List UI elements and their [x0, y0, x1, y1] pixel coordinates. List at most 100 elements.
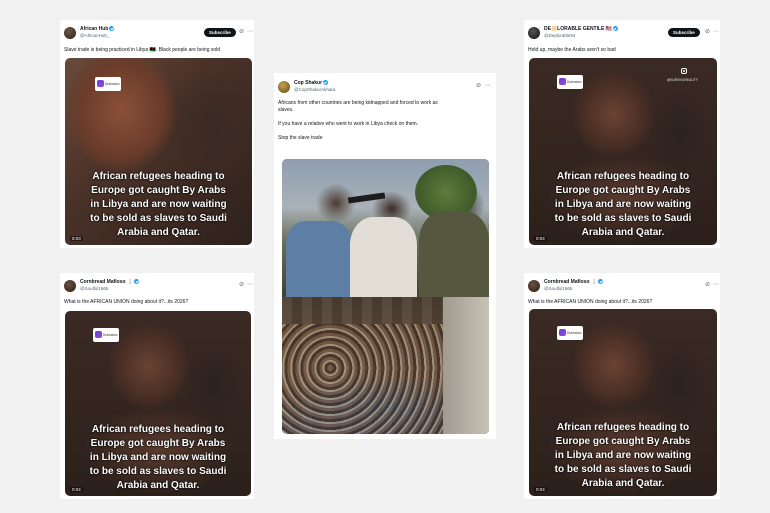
more-icon[interactable]: ⋯ — [713, 281, 719, 289]
caption-line: Arabia and Qatar. — [116, 480, 200, 491]
post-header: Cornbread Mafioso 🕯️ @Soulful1665 ⊘ ⋯ — [528, 279, 719, 297]
post-text: What is the AFRICAN UNION doing about it… — [528, 299, 653, 305]
caption-line: Europe got caught By Arabs — [555, 185, 691, 196]
app-logo-icon — [559, 78, 566, 85]
avatar[interactable] — [64, 280, 76, 292]
verified-badge-icon — [134, 279, 140, 284]
subscribe-button[interactable]: Subscribe — [204, 28, 236, 37]
grok-icon[interactable]: ⊘ — [239, 281, 244, 289]
author-name[interactable]: African Hub — [80, 26, 115, 32]
post-video[interactable]: Dramabox @SURVIVOREALITY African refugee… — [529, 58, 717, 245]
caption-line: to be sold as slaves to Saudi — [554, 464, 692, 475]
video-caption: African refugees heading to Europe got c… — [65, 170, 252, 240]
video-timestamp: 0:04 — [534, 487, 547, 492]
post-card: African Hub @AfricanHub_ Subscribe ⊘ ⋯ S… — [60, 20, 254, 248]
post-card: DE🔆LORABLE GENTILE 🇺🇸 @Deplorable94 Subs… — [524, 20, 720, 248]
caption-line: African refugees heading to — [92, 171, 225, 182]
post-video[interactable]: Dramabox African refugees heading to Eur… — [529, 309, 717, 496]
caption-line: African refugees heading to — [556, 171, 690, 182]
avatar[interactable] — [278, 81, 290, 93]
avatar[interactable] — [528, 27, 540, 39]
app-logo-icon — [95, 331, 102, 338]
app-watermark: Dramabox — [557, 75, 583, 89]
post-text-line — [278, 114, 490, 121]
source-watermark: @SURVIVOREALITY — [667, 78, 698, 82]
video-timestamp: 0:04 — [534, 236, 547, 241]
more-icon[interactable]: ⋯ — [485, 82, 491, 90]
app-watermark: Dramabox — [95, 77, 121, 91]
video-caption: African refugees heading to Europe got c… — [65, 423, 251, 493]
video-timestamp: 0:03 — [70, 236, 83, 241]
app-logo-icon — [559, 329, 566, 336]
video-caption: African refugees heading to Europe got c… — [529, 421, 717, 491]
author-handle[interactable]: @AfricanHub_ — [80, 33, 109, 38]
author-handle[interactable]: @Soulful1665 — [544, 286, 572, 291]
more-icon[interactable]: ⋯ — [713, 28, 719, 36]
app-logo-icon — [97, 80, 104, 87]
caption-line: Europe got caught By Arabs — [90, 438, 226, 449]
caption-line: Arabia and Qatar. — [117, 227, 200, 238]
more-icon[interactable]: ⋯ — [247, 28, 253, 36]
author-handle[interactable]: @Soulful1665 — [80, 286, 108, 291]
video-caption: African refugees heading to Europe got c… — [529, 170, 717, 240]
author-name-text: Cop Shakur — [294, 80, 323, 86]
author-name[interactable]: Cop Shakur — [294, 80, 329, 86]
caption-line: in Libya and are now waiting — [554, 199, 692, 210]
photo-crowd — [282, 324, 444, 434]
author-name[interactable]: Cornbread Mafioso 🕯️ — [80, 279, 140, 285]
caption-line: Europe got caught By Arabs — [91, 185, 226, 196]
post-text: Africans from other countries are being … — [278, 100, 490, 142]
caption-line: in Libya and are now waiting — [90, 199, 227, 210]
grok-icon[interactable]: ⊘ — [705, 281, 710, 289]
author-name-text: Cornbread Mafioso 🕯️ — [80, 279, 134, 285]
verified-badge-icon — [323, 80, 329, 85]
grok-icon[interactable]: ⊘ — [705, 28, 710, 36]
post-header: Cornbread Mafioso 🕯️ @Soulful1665 ⊘ ⋯ — [64, 279, 253, 297]
author-name[interactable]: DE🔆LORABLE GENTILE 🇺🇸 — [544, 26, 619, 32]
verified-badge-icon — [598, 279, 604, 284]
verified-badge-icon — [109, 26, 115, 31]
instagram-icon — [681, 68, 687, 74]
post-text-line: If you have a relative who went to work … — [278, 121, 419, 127]
subscribe-button[interactable]: Subscribe — [668, 28, 700, 37]
author-name-text: DE🔆LORABLE GENTILE 🇺🇸 — [544, 26, 613, 32]
photo-figure — [418, 211, 489, 297]
photo-figure — [286, 220, 353, 297]
avatar[interactable] — [528, 280, 540, 292]
photo-crowded-room — [282, 296, 489, 434]
photo-gunpoint — [282, 159, 489, 297]
author-handle[interactable]: @Deplorable94 — [544, 33, 575, 38]
caption-line: in Libya and are now waiting — [554, 450, 692, 461]
avatar[interactable] — [64, 27, 76, 39]
post-card: Cornbread Mafioso 🕯️ @Soulful1665 ⊘ ⋯ Wh… — [60, 273, 254, 499]
photo-gun — [348, 192, 386, 203]
post-card: Cornbread Mafioso 🕯️ @Soulful1665 ⊘ ⋯ Wh… — [524, 273, 720, 499]
author-name[interactable]: Cornbread Mafioso 🕯️ — [544, 279, 604, 285]
post-video[interactable]: Dramabox African refugees heading to Eur… — [65, 58, 252, 245]
author-handle[interactable]: @CopShakurAkhara — [294, 87, 335, 92]
post-header: African Hub @AfricanHub_ Subscribe ⊘ ⋯ — [64, 26, 253, 44]
caption-line: Europe got caught By Arabs — [555, 436, 691, 447]
caption-line: to be sold as slaves to Saudi — [90, 213, 227, 224]
photo-wall — [443, 296, 489, 434]
more-icon[interactable]: ⋯ — [247, 281, 253, 289]
verified-badge-icon — [613, 26, 619, 31]
post-header: Cop Shakur @CopShakurAkhara ⊘ ⋯ — [278, 80, 492, 98]
caption-line: African refugees heading to — [556, 422, 690, 433]
post-video[interactable]: Dramabox African refugees heading to Eur… — [65, 311, 251, 496]
post-text: What is the AFRICAN UNION doing about it… — [64, 299, 189, 305]
grok-icon[interactable]: ⊘ — [239, 28, 244, 36]
app-watermark-label: Dramabox — [105, 81, 120, 86]
post-text: Slave trade is being practiced in Libya … — [64, 47, 221, 53]
post-text: Hold up, maybe the Arabs aren't so bad — [528, 47, 616, 53]
post-card: Cop Shakur @CopShakurAkhara ⊘ ⋯ Africans… — [274, 73, 496, 439]
caption-line: to be sold as slaves to Saudi — [554, 213, 692, 224]
post-image[interactable] — [282, 159, 489, 434]
video-timestamp: 0:04 — [70, 487, 83, 492]
caption-line: Arabia and Qatar. — [581, 478, 665, 489]
app-watermark: Dramabox — [93, 328, 119, 342]
grok-icon[interactable]: ⊘ — [476, 82, 481, 90]
post-text-line: Stop the slave trade — [278, 135, 323, 141]
caption-line: in Libya and are now waiting — [89, 452, 227, 463]
app-watermark: Dramabox — [557, 326, 583, 340]
